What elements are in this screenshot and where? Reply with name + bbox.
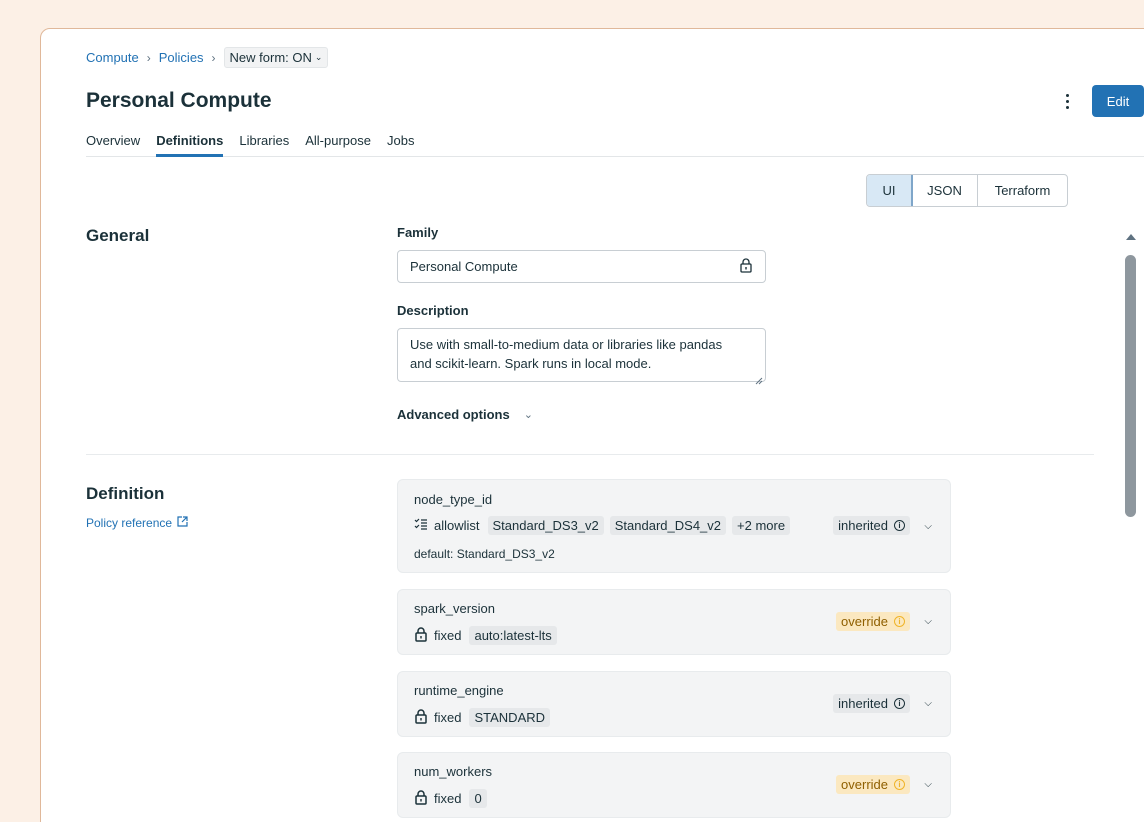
status-badge: override i [836,775,910,794]
chevron-down-icon[interactable]: ⌵ [924,616,932,627]
external-link-icon [177,516,188,530]
info-icon[interactable]: i [894,520,905,531]
advanced-options-toggle[interactable]: Advanced options ⌄ [397,407,533,422]
attribute-values: allowlist Standard_DS3_v2 Standard_DS4_v… [414,516,791,535]
breadcrumb-compute[interactable]: Compute [86,50,139,65]
breadcrumb-separator: › [146,50,151,65]
tab-bar: Overview Definitions Libraries All-purpo… [86,127,1144,157]
lock-icon [739,257,753,276]
policy-panel: Compute › Policies › New form: ON ⌄ Pers… [40,28,1144,822]
value-chip: STANDARD [469,708,551,727]
attribute-card-runtime-engine: runtime_engine fixed STANDARD inherited … [397,671,951,737]
view-json-button[interactable]: JSON [912,175,978,206]
status-label: inherited [838,518,888,533]
definition-section-title: Definition [86,484,165,503]
attribute-kind: fixed [434,710,462,725]
status-label: override [841,777,888,792]
chevron-down-icon[interactable]: ⌵ [924,779,932,790]
status-badge: override i [836,612,910,631]
tab-libraries[interactable]: Libraries [239,127,289,156]
page-title: Personal Compute [86,89,272,112]
view-ui-button[interactable]: UI [867,175,913,206]
description-line: and scikit-learn. Spark runs in local mo… [410,356,652,371]
value-chip: 0 [469,789,487,808]
attribute-values: fixed auto:latest-lts [414,626,557,645]
attribute-name: node_type_id [414,492,493,507]
new-form-toggle[interactable]: New form: ON ⌄ [223,47,329,68]
family-label: Family [397,225,439,240]
edit-button[interactable]: Edit [1092,85,1144,117]
view-toggle: UI JSON Terraform [866,174,1068,207]
family-value: Personal Compute [410,259,518,274]
allowlist-icon [414,518,428,533]
breadcrumb-policies[interactable]: Policies [159,50,204,65]
status-badge: inherited i [833,516,910,535]
description-line: Use with small-to-medium data or librari… [410,337,723,352]
attribute-name: num_workers [414,764,493,779]
default-value: default: Standard_DS3_v2 [414,547,555,561]
breadcrumb: Compute › Policies › New form: ON ⌄ [86,47,329,68]
info-icon[interactable]: i [894,779,905,790]
tab-definitions[interactable]: Definitions [156,127,224,157]
description-field[interactable]: Use with small-to-medium data or librari… [397,328,766,385]
lock-icon [414,626,428,645]
chevron-down-icon[interactable]: ⌵ [924,521,932,532]
chevron-down-icon[interactable]: ⌵ [924,698,932,709]
scroll-up-icon[interactable] [1126,234,1136,240]
chevron-down-icon: ⌄ [314,52,323,62]
attribute-name: spark_version [414,601,495,616]
tab-overview[interactable]: Overview [86,127,140,156]
status-label: override [841,614,888,629]
attribute-kind: fixed [434,628,462,643]
policy-reference-link[interactable]: Policy reference [86,516,188,530]
lock-icon [414,708,428,727]
resize-handle-icon[interactable] [755,371,763,385]
value-chip: Standard_DS4_v2 [609,516,727,535]
attribute-kind: allowlist [434,518,480,533]
value-chip: Standard_DS3_v2 [487,516,604,535]
attribute-values: fixed 0 [414,789,487,808]
breadcrumb-separator: › [211,50,216,65]
attribute-card-spark-version: spark_version fixed auto:latest-lts over… [397,589,951,655]
new-form-label: New form: ON [229,50,312,65]
value-chip: auto:latest-lts [469,626,557,645]
status-badge: inherited i [833,694,910,713]
info-icon[interactable]: i [894,616,905,627]
attribute-name: runtime_engine [414,683,504,698]
section-divider [86,454,1094,455]
chevron-down-icon: ⌄ [523,409,533,421]
general-section-title: General [86,226,150,245]
more-values-chip[interactable]: +2 more [732,516,791,535]
scrollbar-thumb[interactable] [1125,255,1136,517]
policy-reference-label: Policy reference [86,516,173,530]
status-label: inherited [838,696,888,711]
lock-icon [414,789,428,808]
description-label: Description [397,303,469,318]
family-field[interactable]: Personal Compute [397,250,766,283]
attribute-card-num-workers: num_workers fixed 0 override i ⌵ [397,752,951,818]
attribute-card-node-type-id: node_type_id allowlist Standard_DS3_v2 S… [397,479,951,573]
more-options-icon[interactable] [1059,90,1075,112]
info-icon[interactable]: i [894,698,905,709]
attribute-values: fixed STANDARD [414,708,551,727]
tab-all-purpose[interactable]: All-purpose [305,127,371,156]
tab-jobs[interactable]: Jobs [387,127,414,156]
attribute-kind: fixed [434,791,462,806]
view-terraform-button[interactable]: Terraform [978,175,1067,206]
advanced-options-label: Advanced options [397,407,510,422]
